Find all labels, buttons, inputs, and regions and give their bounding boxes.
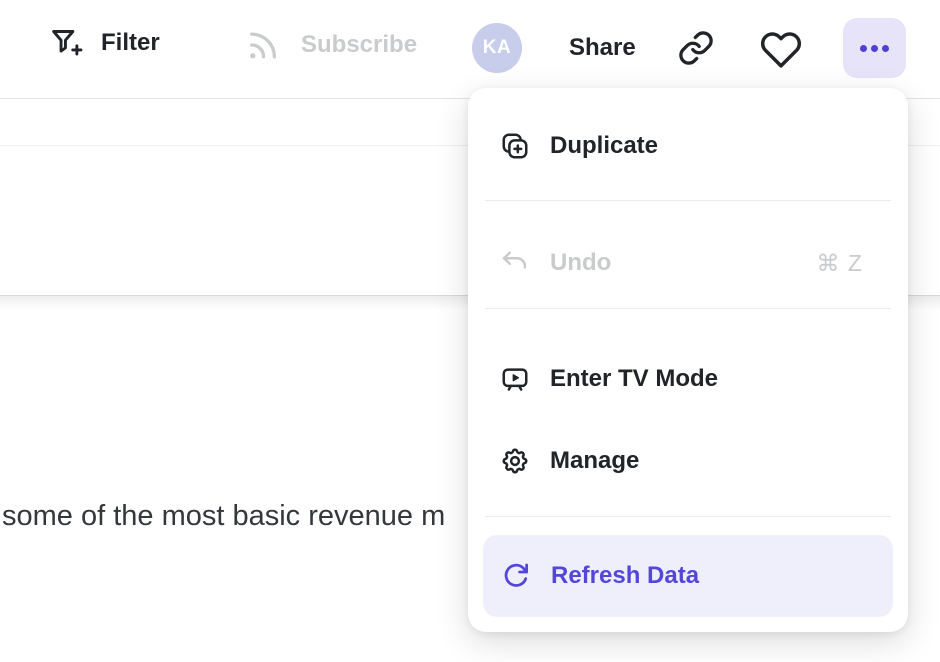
share-label: Share <box>569 34 636 62</box>
avatar-initials: KA <box>483 37 511 59</box>
more-options-button[interactable] <box>843 18 906 78</box>
menu-item-label: Enter TV Mode <box>550 365 718 393</box>
menu-item-enter-tv-mode[interactable]: Enter TV Mode <box>483 351 893 407</box>
context-menu: Duplicate Undo ⌘ Z Enter TV M <box>468 88 908 632</box>
filter-plus-icon <box>48 26 84 59</box>
filter-button[interactable]: Filter <box>48 26 160 59</box>
dashboard-screen: Filter Subscribe KA Share <box>0 0 940 662</box>
tv-play-icon <box>500 364 530 394</box>
favorite-button[interactable] <box>760 27 802 69</box>
menu-item-label: Duplicate <box>550 132 658 160</box>
subscribe-button[interactable]: Subscribe <box>244 26 417 63</box>
toolbar: Filter Subscribe KA Share <box>0 0 940 99</box>
menu-item-undo: Undo ⌘ Z <box>483 235 893 291</box>
avatar[interactable]: KA <box>472 23 522 73</box>
keyboard-shortcut: ⌘ Z <box>817 250 863 277</box>
filter-label: Filter <box>101 29 160 57</box>
menu-item-duplicate[interactable]: Duplicate <box>483 118 893 174</box>
menu-divider <box>485 308 891 309</box>
menu-item-label: Undo <box>550 249 611 277</box>
menu-item-manage[interactable]: Manage <box>483 433 893 489</box>
share-button[interactable]: Share <box>569 34 636 62</box>
copy-link-button[interactable] <box>677 29 715 67</box>
gear-icon <box>500 446 530 476</box>
subscribe-label: Subscribe <box>301 31 417 59</box>
menu-item-refresh-data[interactable]: Refresh Data <box>483 535 893 617</box>
link-icon <box>677 29 715 67</box>
rss-icon <box>244 26 281 63</box>
menu-divider <box>485 200 891 201</box>
ellipsis-icon <box>860 45 889 52</box>
heart-icon <box>760 27 802 69</box>
menu-divider <box>485 516 891 517</box>
menu-item-label: Refresh Data <box>551 562 699 590</box>
menu-item-label: Manage <box>550 447 639 475</box>
duplicate-icon <box>500 131 530 161</box>
body-text-fragment: some of the most basic revenue m <box>2 500 470 533</box>
undo-icon <box>500 248 530 278</box>
refresh-icon <box>501 561 531 591</box>
